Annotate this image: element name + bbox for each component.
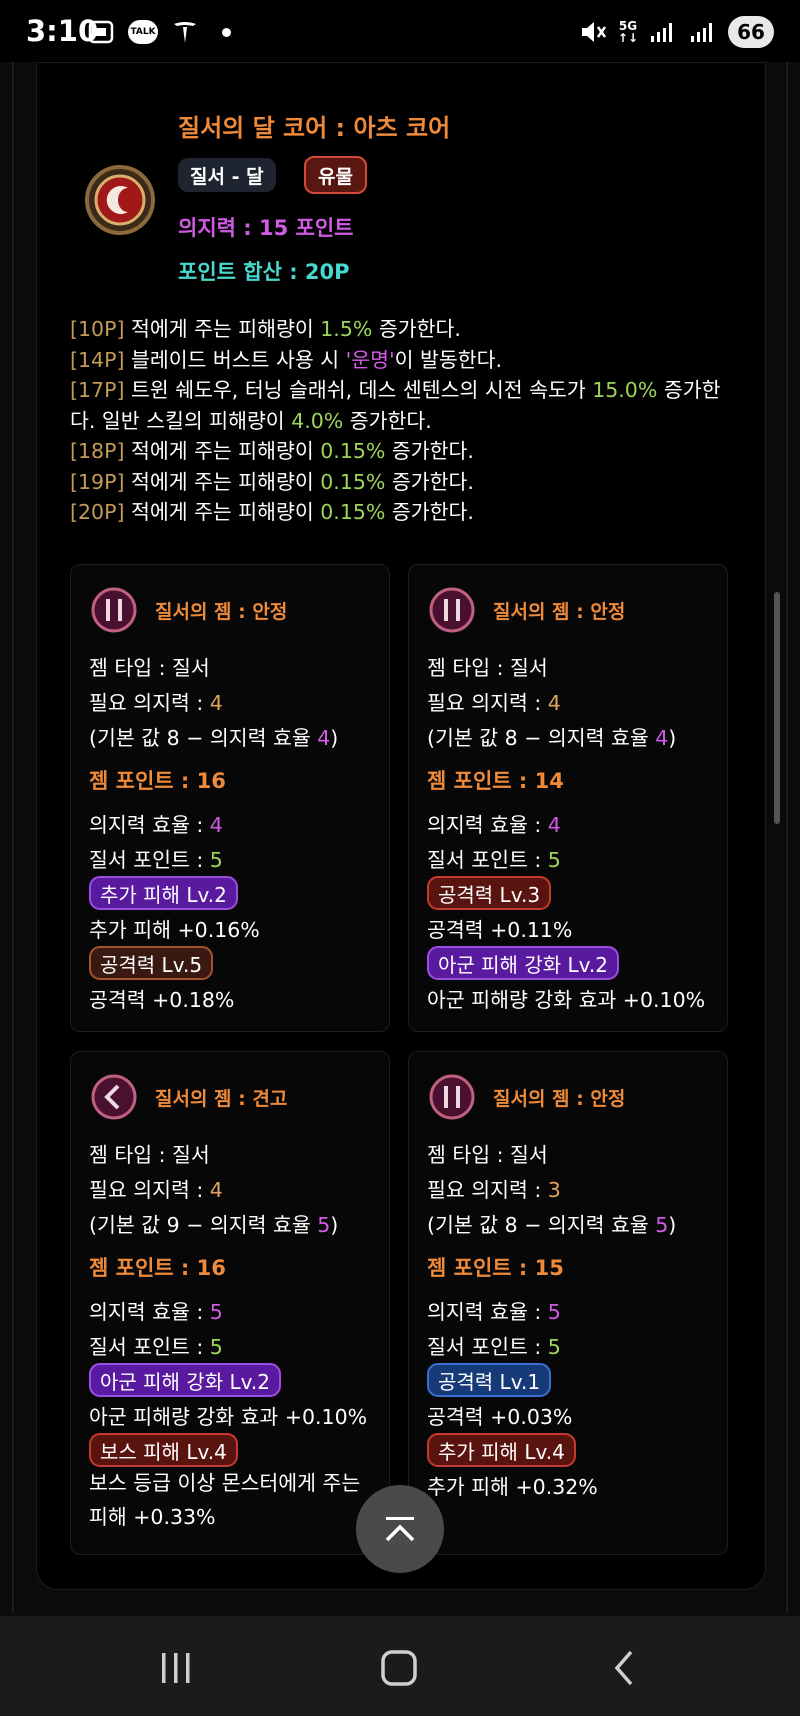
battery-icon: 66 bbox=[728, 16, 774, 48]
gem-type: 젬 타입 : 질서 bbox=[89, 1143, 210, 1167]
tesla-icon bbox=[170, 18, 200, 46]
gem-points: 젬 포인트 : 14 bbox=[427, 769, 564, 793]
gem-option-badge: 아군 피해 강화 Lv.2 bbox=[89, 1363, 281, 1397]
gem-type: 젬 타입 : 질서 bbox=[427, 656, 548, 680]
gem-option-desc: 공격력 +0.11% bbox=[427, 918, 573, 942]
gem-name: 질서의 젬 : 안정 bbox=[493, 1088, 626, 1110]
gem-option-badge: 공격력 Lv.5 bbox=[89, 946, 214, 980]
stability-gem-icon bbox=[429, 1074, 475, 1120]
gem-required-will: 필요 의지력 : 4 bbox=[89, 691, 223, 715]
core-effect: [14P] 블레이드 버스트 사용 시 '운명'이 발동한다. bbox=[70, 347, 502, 372]
gem-points: 젬 포인트 : 15 bbox=[427, 1256, 564, 1280]
gem-option-badge: 아군 피해 강화 Lv.2 bbox=[427, 946, 619, 980]
gem-will-efficiency: 의지력 효율 : 5 bbox=[89, 1300, 223, 1324]
signal-icon bbox=[688, 18, 718, 46]
gem-option-badge: 공격력 Lv.1 bbox=[427, 1363, 552, 1397]
gem-order-points: 질서 포인트 : 5 bbox=[427, 848, 561, 872]
recent-apps-icon bbox=[162, 1653, 190, 1683]
gem-option-badge: 추가 피해 Lv.4 bbox=[427, 1433, 576, 1467]
gem-option-badge: 공격력 Lv.3 bbox=[427, 876, 552, 910]
gem-option-desc: 추가 피해 +0.32% bbox=[427, 1475, 598, 1499]
gem-will-efficiency: 의지력 효율 : 4 bbox=[427, 813, 561, 837]
gem-option-badge: 보스 피해 Lv.4 bbox=[89, 1433, 238, 1467]
gem-card: 질서의 젬 : 안정 젬 타입 : 질서 필요 의지력 : 3 (기본 값 8 … bbox=[408, 1051, 728, 1555]
gem-base-value: (기본 값 9 − 의지력 효율 5) bbox=[89, 1213, 339, 1237]
navigation-bar bbox=[0, 1616, 800, 1716]
status-bar: 3:10 TALK 5G ↑↓ 66 bbox=[0, 0, 800, 62]
gem-required-will: 필요 의지력 : 4 bbox=[427, 691, 561, 715]
gem-type: 젬 타입 : 질서 bbox=[427, 1143, 548, 1167]
page-rail-left bbox=[12, 62, 14, 1614]
gallery-icon bbox=[86, 18, 116, 46]
gem-option-desc: 보스 등급 이상 몬스터에게 주는 피해 +0.33% bbox=[89, 1471, 361, 1529]
stability-gem-icon bbox=[91, 587, 137, 633]
core-effect: [18P] 적에게 주는 피해량이 0.15% 증가한다. bbox=[70, 439, 474, 463]
gem-will-efficiency: 의지력 효율 : 4 bbox=[89, 813, 223, 837]
core-title: 질서의 달 코어 : 아츠 코어 bbox=[178, 114, 451, 142]
gem-required-will: 필요 의지력 : 3 bbox=[427, 1178, 561, 1202]
signal-icon bbox=[648, 18, 678, 46]
gem-card: 질서의 젬 : 견고 젬 타입 : 질서 필요 의지력 : 4 (기본 값 9 … bbox=[70, 1051, 390, 1555]
gem-card: 질서의 젬 : 안정 젬 타입 : 질서 필요 의지력 : 4 (기본 값 8 … bbox=[70, 564, 390, 1032]
gem-required-will: 필요 의지력 : 4 bbox=[89, 1178, 223, 1202]
gem-order-points: 질서 포인트 : 5 bbox=[89, 1335, 223, 1359]
scroll-to-top-button[interactable] bbox=[356, 1485, 444, 1573]
gem-option-badge: 추가 피해 Lv.2 bbox=[89, 876, 238, 910]
core-effect: [17P] 트윈 쉐도우, 터닝 슬래쉬, 데스 센텐스의 시전 속도가 15.… bbox=[70, 378, 721, 433]
gem-points: 젬 포인트 : 16 bbox=[89, 769, 226, 793]
home-button[interactable] bbox=[369, 1646, 429, 1690]
gem-card: 질서의 젬 : 안정 젬 타입 : 질서 필요 의지력 : 4 (기본 값 8 … bbox=[408, 564, 728, 1032]
kakaotalk-icon: TALK bbox=[128, 20, 158, 44]
gem-name: 질서의 젬 : 견고 bbox=[155, 1088, 288, 1110]
gem-option-desc: 아군 피해량 강화 효과 +0.10% bbox=[427, 988, 706, 1012]
gem-option-desc: 공격력 +0.18% bbox=[89, 988, 235, 1012]
stability-gem-icon bbox=[429, 587, 475, 633]
gem-points: 젬 포인트 : 16 bbox=[89, 1256, 226, 1280]
core-effects-list: [10P] 적에게 주는 피해량이 1.5% 증가한다. [14P] 블레이드 … bbox=[70, 314, 730, 528]
gem-option-desc: 공격력 +0.03% bbox=[427, 1405, 573, 1429]
gem-option-desc: 추가 피해 +0.16% bbox=[89, 918, 260, 942]
moon-core-icon bbox=[84, 162, 156, 238]
gem-type: 젬 타입 : 질서 bbox=[89, 656, 210, 680]
recent-apps-button[interactable] bbox=[146, 1646, 206, 1690]
core-effect: [10P] 적에게 주는 피해량이 1.5% 증가한다. bbox=[70, 317, 461, 341]
dot-icon bbox=[222, 27, 231, 37]
5g-icon: 5G ↑↓ bbox=[617, 19, 638, 45]
gem-option-desc: 아군 피해량 강화 효과 +0.10% bbox=[89, 1405, 368, 1429]
back-button[interactable] bbox=[594, 1646, 654, 1690]
gem-order-points: 질서 포인트 : 5 bbox=[427, 1335, 561, 1359]
page-rail-right bbox=[786, 62, 788, 1614]
home-icon bbox=[381, 1650, 417, 1686]
core-willpower: 의지력 : 15 포인트 bbox=[178, 216, 354, 240]
gem-will-efficiency: 의지력 효율 : 5 bbox=[427, 1300, 561, 1324]
solidity-gem-icon bbox=[91, 1074, 137, 1120]
mute-icon bbox=[578, 18, 608, 46]
scrollbar[interactable] bbox=[774, 592, 780, 824]
core-grade-tag: 유물 bbox=[304, 156, 367, 194]
scroll-top-icon bbox=[385, 1517, 415, 1542]
core-effect: [19P] 적에게 주는 피해량이 0.15% 증가한다. bbox=[70, 469, 474, 494]
gem-base-value: (기본 값 8 − 의지력 효율 5) bbox=[427, 1213, 677, 1237]
back-icon bbox=[614, 1650, 633, 1686]
core-effect: [20P] 적에게 주는 피해량이 0.15% 증가한다. bbox=[70, 500, 474, 524]
gem-order-points: 질서 포인트 : 5 bbox=[89, 848, 223, 872]
core-point-sum: 포인트 합산 : 20P bbox=[178, 260, 350, 284]
gem-name: 질서의 젬 : 안정 bbox=[155, 601, 288, 623]
gem-base-value: (기본 값 8 − 의지력 효율 4) bbox=[89, 726, 339, 750]
gem-base-value: (기본 값 8 − 의지력 효율 4) bbox=[427, 726, 677, 750]
gem-name: 질서의 젬 : 안정 bbox=[493, 601, 626, 623]
core-type-tag: 질서 - 달 bbox=[178, 158, 276, 192]
